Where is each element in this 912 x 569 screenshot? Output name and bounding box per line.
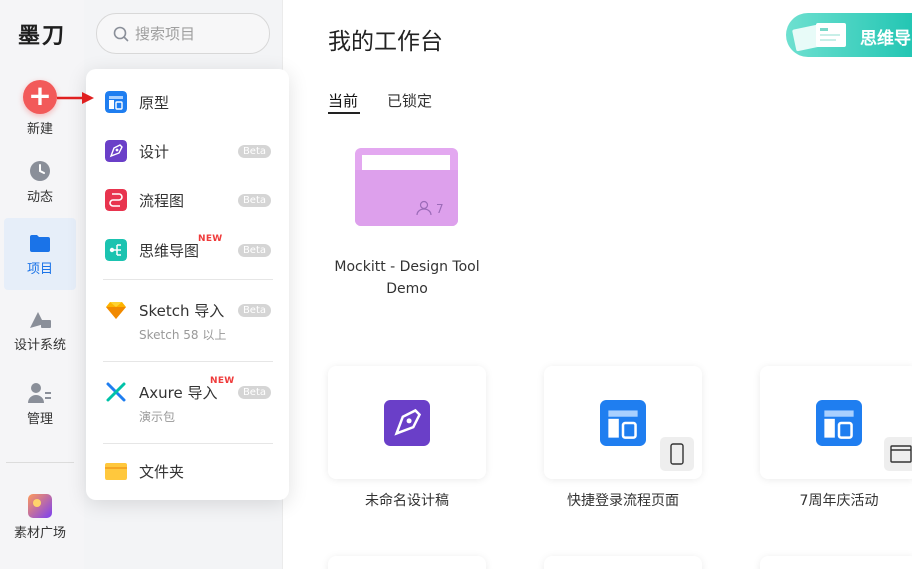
menu-item-design[interactable]: 设计 Beta (86, 132, 289, 168)
project-card[interactable] (328, 556, 486, 569)
mindmap-icon (105, 239, 127, 261)
device-badge (884, 437, 912, 471)
rail-item-label: 素材广场 (13, 526, 66, 541)
plus-icon: + (23, 80, 57, 114)
gallery-icon (28, 494, 52, 518)
menu-item-label: Axure 导入 (139, 384, 218, 402)
search-input[interactable] (135, 23, 265, 45)
beta-badge: Beta (237, 145, 271, 158)
menu-item-label: 原型 (139, 94, 170, 112)
menu-item-prototype[interactable]: 原型 (86, 83, 289, 119)
new-dropdown-menu: 原型 设计 Beta 流程图 Beta 思维导图 NEW Beta Sketch… (86, 69, 289, 500)
project-folder[interactable]: 7 (355, 148, 458, 226)
rail-item-gallery[interactable]: 素材广场 (4, 494, 76, 541)
project-card-title[interactable]: 7周年庆活动 (760, 490, 912, 510)
page-title: 我的工作台 (328, 29, 443, 55)
tab-current[interactable]: 当前 (328, 90, 358, 111)
beta-badge: Beta (237, 304, 271, 317)
rail-item-label: 管理 (26, 412, 53, 427)
prototype-file-icon (600, 400, 646, 446)
project-card[interactable] (760, 366, 912, 479)
rail-item-activity[interactable]: 动态 (4, 160, 76, 205)
banner-text: 思维导 (860, 29, 911, 49)
menu-item-sublabel: 演示包 (139, 410, 176, 424)
sketch-icon (106, 302, 126, 319)
rail-item-label: 设计系统 (13, 338, 66, 353)
beta-badge: Beta (237, 194, 271, 207)
pen-icon (105, 140, 127, 162)
tab-locked[interactable]: 已锁定 (387, 90, 432, 111)
search-box[interactable] (96, 13, 270, 54)
menu-item-mindmap[interactable]: 思维导图 NEW Beta (86, 231, 289, 267)
design-file-icon (384, 400, 430, 446)
folder-icon (30, 235, 50, 252)
menu-item-folder[interactable]: 文件夹 (86, 452, 289, 488)
new-tag: NEW (210, 376, 235, 386)
beta-badge: Beta (237, 386, 271, 399)
menu-item-flowchart[interactable]: 流程图 Beta (86, 181, 289, 217)
menu-item-axure-import[interactable]: Axure 导入 NEW 演示包 Beta (86, 373, 289, 429)
menu-item-label: 思维导图 (139, 242, 200, 260)
menu-item-label: 文件夹 (139, 463, 185, 481)
beta-badge: Beta (237, 244, 271, 257)
rail-item-projects[interactable]: 项目 (4, 218, 76, 290)
arrow-pointer-icon (57, 92, 94, 104)
menu-divider (103, 279, 273, 280)
new-label: 新建 (26, 122, 53, 137)
project-card[interactable] (328, 366, 486, 479)
project-card-title[interactable]: 快捷登录流程页面 (544, 490, 702, 510)
project-card[interactable] (760, 556, 912, 569)
mindmap-banner[interactable]: 思维导 (786, 13, 912, 57)
search-icon (113, 26, 129, 42)
menu-divider (103, 361, 273, 362)
flowchart-icon (105, 189, 127, 211)
new-button[interactable]: + 新建 (4, 80, 76, 137)
project-card[interactable] (544, 366, 702, 479)
left-rail: 墨刀 + 新建 动态 项目 设计系统 管理 素材广场 (0, 0, 84, 569)
banner-illustration-icon (792, 23, 846, 52)
rail-item-label: 动态 (26, 190, 53, 205)
clock-icon (30, 161, 50, 181)
folder-icon (105, 463, 127, 480)
rail-item-manage[interactable]: 管理 (4, 382, 76, 427)
menu-divider (103, 443, 273, 444)
menu-item-sublabel: Sketch 58 以上 (139, 328, 227, 342)
users-icon (28, 383, 51, 403)
design-system-icon (30, 312, 51, 328)
browser-window-icon (890, 445, 912, 463)
axure-icon (106, 382, 126, 402)
main-content: 我的工作台 思维导 当前 已锁定 7 Mockitt - Design Tool… (284, 0, 912, 569)
tab-active-indicator (328, 112, 360, 114)
folder-name[interactable]: Mockitt - Design Tool Demo (324, 256, 490, 300)
prototype-icon (105, 91, 127, 113)
rail-item-design-system[interactable]: 设计系统 (4, 308, 76, 353)
new-tag: NEW (198, 234, 223, 244)
device-badge (660, 437, 694, 471)
menu-item-label: 流程图 (139, 192, 185, 210)
project-card-title[interactable]: 未命名设计稿 (328, 490, 486, 510)
members-count: 7 (436, 202, 444, 216)
rail-divider (6, 462, 74, 463)
rail-item-label: 项目 (26, 262, 53, 277)
project-card[interactable] (544, 556, 702, 569)
phone-icon (670, 443, 684, 465)
menu-item-label: Sketch 导入 (139, 302, 225, 320)
menu-item-label: 设计 (139, 143, 170, 161)
app-logo: 墨刀 (17, 24, 66, 49)
menu-item-sketch-import[interactable]: Sketch 导入 Sketch 58 以上 Beta (86, 291, 289, 347)
prototype-file-icon (816, 400, 862, 446)
